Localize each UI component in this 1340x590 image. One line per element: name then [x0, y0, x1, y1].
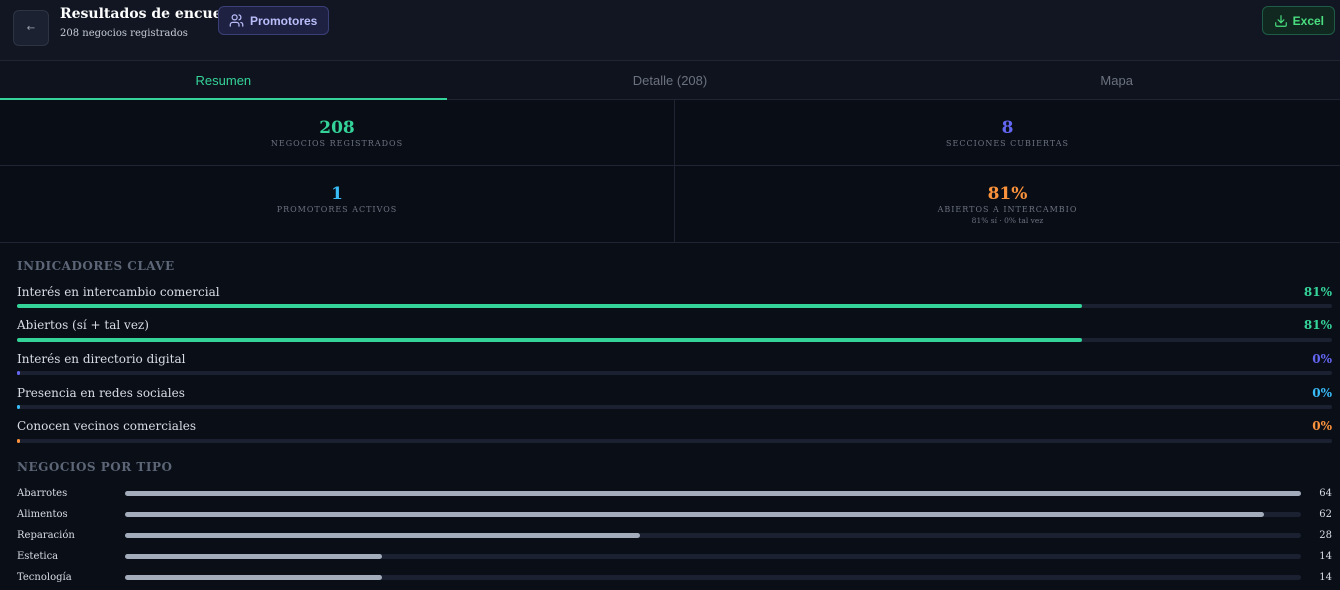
stat-value: 1 [331, 184, 343, 204]
stat-card-secciones: 8 SECCIONES CUBIERTAS [675, 118, 1340, 149]
indicator-label: Interés en directorio digital [17, 352, 186, 366]
indicator-percent: 0% [1312, 419, 1332, 433]
business-type-bar-track [125, 512, 1301, 517]
business-type-bar-track [125, 533, 1301, 538]
indicator-percent: 0% [1312, 386, 1332, 400]
promoters-button-label: Promotores [250, 13, 318, 28]
indicator-bar-track [17, 338, 1332, 342]
indicator-bar-track [17, 371, 1332, 375]
stat-value: 81% [987, 184, 1028, 204]
download-icon [1274, 14, 1287, 27]
indicator-percent: 81% [1303, 285, 1332, 299]
business-type-label: Alimentos [17, 509, 68, 520]
business-type-count: 64 [1319, 488, 1332, 499]
tab-bar: Resumen Detalle (208) Mapa [0, 61, 1340, 100]
stat-card-abiertos: 81% ABIERTOS A INTERCAMBIO 81% sí · 0% t… [675, 184, 1340, 225]
indicator-percent: 0% [1312, 352, 1332, 366]
business-type-bar-track [125, 554, 1301, 559]
business-type-bar-fill [125, 575, 383, 580]
business-type-count: 14 [1319, 572, 1332, 583]
stat-value: 208 [319, 118, 355, 138]
indicator-bar-track [17, 405, 1332, 409]
stat-card-promotores: 1 PROMOTORES ACTIVOS [0, 184, 674, 215]
indicator-label: Abiertos (sí + tal vez) [17, 318, 149, 332]
business-type-count: 14 [1319, 551, 1332, 562]
tab-detalle[interactable]: Detalle (208) [447, 61, 894, 99]
stat-value: 8 [1001, 118, 1014, 138]
stats-grid: 208 NEGOCIOS REGISTRADOS 8 SECCIONES CUB… [0, 100, 1340, 243]
stats-divider-horizontal [0, 165, 1340, 166]
business-type-label: Abarrotes [17, 488, 68, 499]
users-icon [229, 14, 244, 27]
business-type-bar-fill [125, 554, 383, 559]
excel-button-label: Excel [1292, 13, 1324, 28]
business-type-label: Tecnología [17, 572, 72, 583]
stat-card-negocios: 208 NEGOCIOS REGISTRADOS [0, 118, 674, 149]
indicator-bar-track [17, 304, 1332, 308]
indicator-bar-fill [17, 304, 1083, 308]
page-header: ← Resultados de encuestas 208 negocios r… [0, 0, 1340, 61]
business-type-count: 62 [1319, 509, 1332, 520]
business-type-bar-fill [125, 491, 1301, 496]
business-type-bar-track [125, 491, 1301, 496]
arrow-left-icon: ← [26, 22, 36, 34]
indicator-label: Conocen vecinos comerciales [17, 419, 197, 433]
tab-resumen[interactable]: Resumen [0, 61, 447, 100]
business-type-count: 28 [1319, 530, 1332, 541]
indicator-bar-fill [17, 439, 20, 443]
indicator-bar-fill [17, 338, 1083, 342]
back-button[interactable]: ← [13, 10, 49, 46]
indicator-bar-fill [17, 405, 20, 409]
tab-mapa[interactable]: Mapa [893, 61, 1340, 99]
business-type-bar-fill [125, 533, 640, 538]
stat-label: NEGOCIOS REGISTRADOS [270, 139, 404, 148]
stat-label: SECCIONES CUBIERTAS [946, 139, 1069, 148]
business-type-bar-track [125, 575, 1301, 580]
indicator-bar-fill [17, 371, 20, 375]
indicator-bar-track [17, 439, 1332, 443]
business-type-label: Estetica [17, 551, 59, 562]
stat-note: 81% sí · 0% tal vez [971, 216, 1044, 225]
business-types-section-title: NEGOCIOS POR TIPO [17, 460, 173, 474]
stat-label: PROMOTORES ACTIVOS [276, 205, 398, 214]
page-subtitle: 208 negocios registrados [60, 28, 188, 39]
business-type-bar-fill [125, 512, 1265, 517]
indicators-section-title: INDICADORES CLAVE [17, 259, 175, 273]
indicator-label: Presencia en redes sociales [17, 386, 185, 400]
business-type-label: Reparación [17, 530, 75, 541]
stat-label: ABIERTOS A INTERCAMBIO [937, 205, 1078, 214]
indicator-percent: 81% [1303, 318, 1332, 332]
excel-export-button[interactable]: Excel [1261, 6, 1335, 35]
indicator-label: Interés en intercambio comercial [17, 285, 220, 299]
promoters-button[interactable]: Promotores [218, 6, 330, 35]
